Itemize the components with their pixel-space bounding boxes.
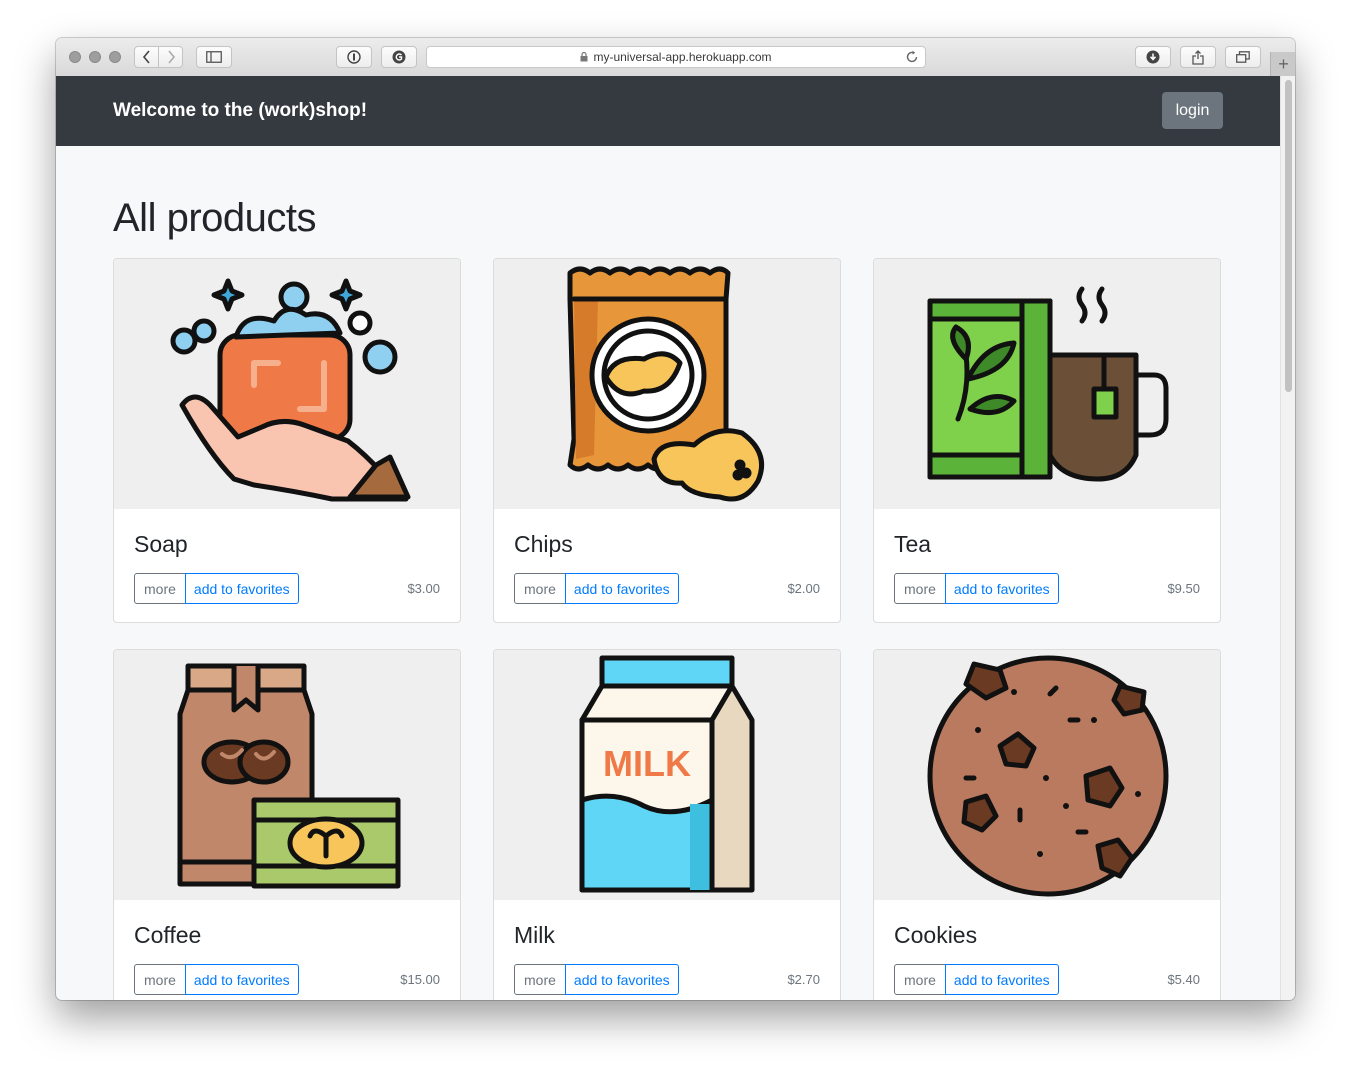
new-tab-button[interactable]: +	[1270, 52, 1295, 76]
more-button[interactable]: more	[134, 964, 186, 995]
product-price: $3.00	[407, 581, 440, 596]
share-button[interactable]	[1180, 46, 1216, 68]
scrollbar-thumb[interactable]	[1285, 80, 1292, 392]
tea-icon	[927, 286, 1169, 482]
product-actions: more add to favorites	[514, 964, 679, 995]
sidebar-button[interactable]	[196, 46, 232, 68]
product-price: $2.00	[787, 581, 820, 596]
sidebar-icon	[206, 51, 222, 63]
browser-toolbar: my-universal-app.herokuapp.com +	[56, 38, 1295, 77]
forward-button[interactable]	[158, 46, 183, 68]
tabs-icon	[1236, 51, 1250, 63]
product-image: MILK	[494, 650, 840, 900]
product-image	[494, 259, 840, 509]
add-to-favorites-button[interactable]: add to favorites	[944, 573, 1059, 604]
add-to-favorites-button[interactable]: add to favorites	[184, 573, 299, 604]
product-card: Cookies more add to favorites $5.40	[873, 649, 1221, 1000]
product-image	[114, 650, 460, 900]
add-to-favorites-button[interactable]: add to favorites	[944, 964, 1059, 995]
product-name: Milk	[514, 922, 555, 948]
product-actions: more add to favorites	[894, 964, 1059, 995]
add-to-favorites-button[interactable]: add to favorites	[564, 964, 679, 995]
login-button[interactable]: login	[1162, 92, 1223, 129]
password-button[interactable]	[336, 46, 372, 68]
extension-button[interactable]	[381, 46, 417, 68]
chevron-left-icon	[142, 50, 150, 64]
main-content: All products Soap more add to favorites …	[56, 146, 1280, 1000]
svg-text:MILK: MILK	[603, 743, 691, 784]
cookie-icon	[927, 655, 1169, 897]
product-image	[114, 259, 460, 509]
product-name: Tea	[894, 531, 932, 557]
milk-icon: MILK	[579, 655, 755, 893]
password-icon	[347, 50, 361, 64]
product-actions: more add to favorites	[514, 573, 679, 604]
more-button[interactable]: more	[514, 573, 566, 604]
add-to-favorites-button[interactable]: add to favorites	[184, 964, 299, 995]
extension-icon	[392, 50, 406, 64]
address-bar[interactable]: my-universal-app.herokuapp.com	[426, 46, 926, 68]
downloads-button[interactable]	[1135, 46, 1171, 68]
product-card: Coffee more add to favorites $15.00	[113, 649, 461, 1000]
product-name: Coffee	[134, 922, 202, 948]
product-card: Chips more add to favorites $2.00	[493, 258, 841, 623]
more-button[interactable]: more	[134, 573, 186, 604]
lock-icon	[580, 52, 588, 62]
download-icon	[1146, 50, 1160, 64]
product-actions: more add to favorites	[894, 573, 1059, 604]
browser-window: my-universal-app.herokuapp.com + Welcome…	[56, 38, 1295, 1000]
product-card: MILK Milk more add to favorites $2.70	[493, 649, 841, 1000]
product-price: $9.50	[1167, 581, 1200, 596]
product-actions: more add to favorites	[134, 573, 299, 604]
chips-icon	[567, 266, 764, 502]
share-icon	[1192, 49, 1204, 65]
soap-icon	[170, 278, 411, 502]
scrollbar[interactable]	[1280, 76, 1295, 1000]
add-to-favorites-button[interactable]: add to favorites	[564, 573, 679, 604]
minimize-window-button[interactable]	[89, 51, 101, 63]
product-name: Chips	[514, 531, 573, 557]
product-actions: more add to favorites	[134, 964, 299, 995]
url-text: my-universal-app.herokuapp.com	[593, 50, 772, 64]
top-navbar: Welcome to the (work)shop! login	[56, 76, 1280, 146]
product-image	[874, 259, 1220, 509]
more-button[interactable]: more	[894, 964, 946, 995]
close-window-button[interactable]	[69, 51, 81, 63]
tabs-button[interactable]	[1225, 46, 1261, 68]
product-name: Cookies	[894, 922, 978, 948]
product-card: Soap more add to favorites $3.00	[113, 258, 461, 623]
product-price: $2.70	[787, 972, 820, 987]
zoom-window-button[interactable]	[109, 51, 121, 63]
back-button[interactable]	[134, 46, 159, 68]
product-card: Tea more add to favorites $9.50	[873, 258, 1221, 623]
product-image	[874, 650, 1220, 900]
product-price: $15.00	[400, 972, 440, 987]
brand-title[interactable]: Welcome to the (work)shop!	[113, 100, 367, 122]
plus-icon: +	[1278, 53, 1289, 74]
coffee-icon	[177, 663, 401, 889]
page-title: All products	[113, 196, 316, 240]
chevron-right-icon	[167, 50, 175, 64]
reload-icon[interactable]	[905, 50, 919, 64]
more-button[interactable]: more	[894, 573, 946, 604]
more-button[interactable]: more	[514, 964, 566, 995]
product-price: $5.40	[1167, 972, 1200, 987]
product-name: Soap	[134, 531, 188, 557]
